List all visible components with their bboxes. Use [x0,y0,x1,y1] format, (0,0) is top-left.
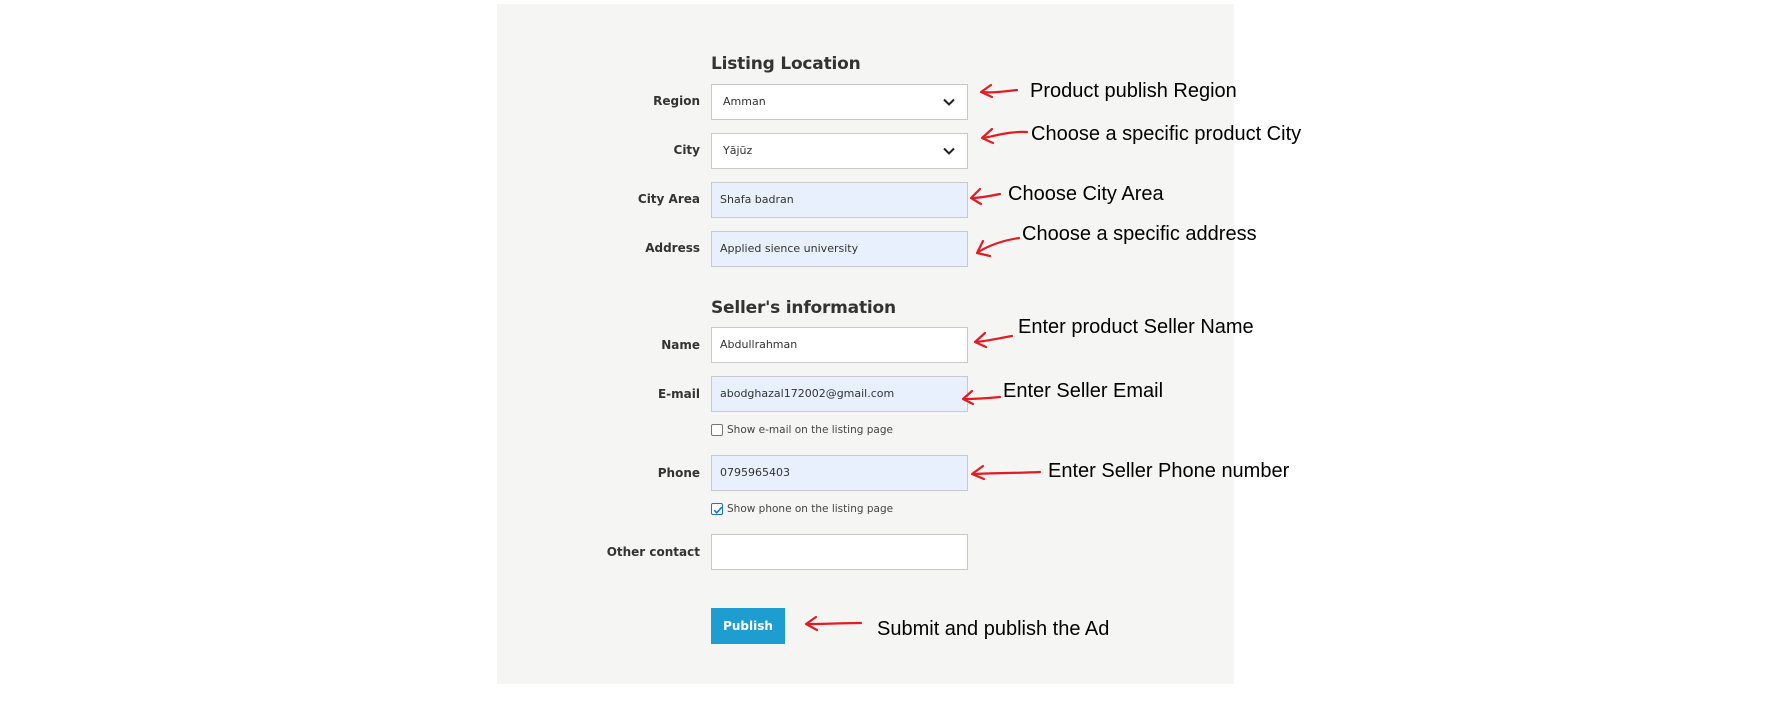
arrow-city [980,127,1029,145]
arrow-publish [804,615,863,632]
arrow-email [961,389,1002,406]
arrow-region [979,83,1019,99]
arrow-address [975,236,1021,258]
arrow-name [973,331,1014,349]
arrow-phone [970,464,1042,481]
arrow-city-area [969,187,1002,206]
annotation-arrows [804,83,1042,632]
